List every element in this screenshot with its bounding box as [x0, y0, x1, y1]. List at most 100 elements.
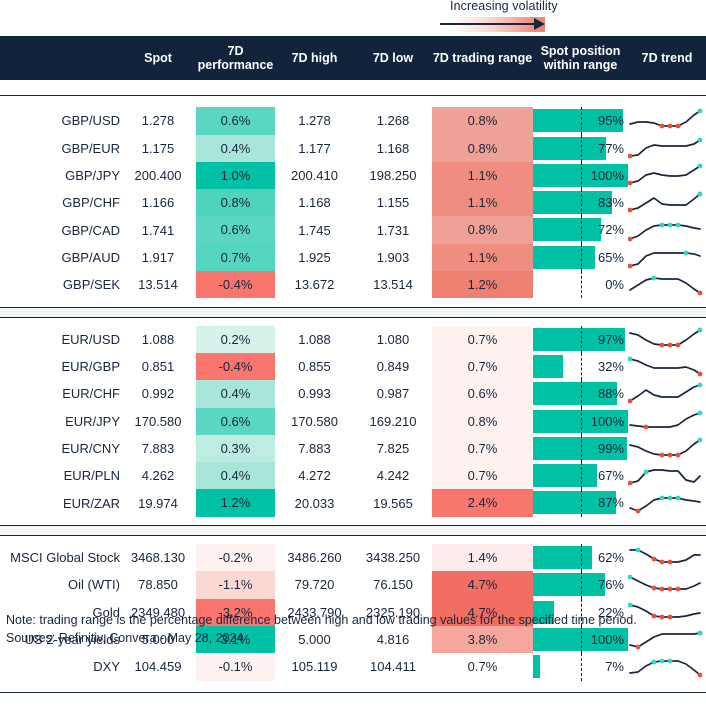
- trend-marker: [697, 191, 703, 197]
- cell-spot-position: 65%: [533, 243, 628, 272]
- trend-sparkline-icon: [629, 495, 701, 513]
- table-row[interactable]: GBP/CAD 1.741 0.6% 1.745 1.731 0.8% 72%: [0, 216, 706, 244]
- performance-value: -0.4%: [196, 352, 275, 381]
- table-row[interactable]: GBP/EUR 1.175 0.4% 1.177 1.168 0.8% 77%: [0, 134, 706, 162]
- table-row[interactable]: GBP/JPY 200.400 1.0% 200.410 198.250 1.1% 100%: [0, 161, 706, 190]
- row-label: GBP/USD: [61, 113, 120, 129]
- column-header-high[interactable]: 7D high: [275, 36, 354, 80]
- table-row[interactable]: MSCI Global Stock 3468.130 -0.2% 3486.260 34…: [0, 544, 706, 572]
- trend-marker: [651, 556, 657, 562]
- cell-performance: 0.4%: [196, 134, 275, 162]
- cell-trading-range: 4.7%: [432, 571, 533, 599]
- trend-marker: [667, 342, 673, 348]
- row-label: GBP/CAD: [61, 222, 120, 238]
- cell-spot-position: 76%: [533, 571, 628, 599]
- midpoint-dashed-line: [580, 325, 582, 353]
- cell-trading-range: 0.8%: [432, 216, 533, 244]
- table-row[interactable]: GBP/CHF 1.166 0.8% 1.168 1.155 1.1% 83%: [0, 189, 706, 217]
- column-header-trend[interactable]: 7D trend: [628, 36, 706, 80]
- table-row[interactable]: GBP/USD 1.278 0.6% 1.278 1.268 0.8% 95%: [0, 107, 706, 135]
- performance-value: 0.7%: [196, 243, 275, 272]
- trend-marker: [651, 659, 657, 665]
- table-row[interactable]: GBP/AUD 1.917 0.7% 1.925 1.903 1.1% 65%: [0, 243, 706, 272]
- cell-trading-range: 1.1%: [432, 161, 533, 190]
- column-header-trading-range[interactable]: 7D trading range: [432, 36, 533, 80]
- table-row[interactable]: DXY 104.459 -0.1% 105.119 104.411 0.7% 7%: [0, 653, 706, 681]
- column-header-spot[interactable]: Spot: [120, 36, 196, 80]
- column-header-name[interactable]: [0, 36, 120, 80]
- cell-spot: 200.400: [134, 168, 182, 184]
- table-row[interactable]: EUR/JPY 170.580 0.6% 170.580 169.210 0.8% 100%: [0, 407, 706, 435]
- table-row[interactable]: GBP/SEK 13.514 -0.4% 13.672 13.514 1.2% 0%: [0, 271, 706, 299]
- trend-marker: [643, 469, 649, 475]
- cell-performance: 0.6%: [196, 407, 275, 435]
- table-row[interactable]: EUR/GBP 0.851 -0.4% 0.855 0.849 0.7% 32%: [0, 352, 706, 381]
- trading-range-value: 0.8%: [432, 134, 533, 162]
- cell-trend: [628, 162, 706, 189]
- trend-line: [629, 358, 701, 375]
- cell-high: 4.272: [298, 468, 331, 484]
- table-row[interactable]: Oil (WTI) 78.850 -1.1% 79.720 76.150 4.7% 76%: [0, 571, 706, 599]
- table-row[interactable]: EUR/USD 1.088 0.2% 1.088 1.080 0.7% 97%: [0, 325, 706, 353]
- cell-trading-range: 0.7%: [432, 434, 533, 463]
- cell-trading-range: 1.1%: [432, 243, 533, 272]
- cell-low: 76.150: [373, 577, 413, 593]
- cell-spot: 1.741: [141, 222, 175, 238]
- row-label: GBP/EUR: [61, 140, 120, 156]
- performance-value: 1.0%: [196, 161, 275, 190]
- cell-performance: 0.4%: [196, 380, 275, 408]
- cell-spot-position: 95%: [533, 107, 628, 135]
- cell-performance: -1.1%: [196, 571, 275, 599]
- cell-performance: -0.1%: [196, 653, 275, 681]
- trend-marker: [628, 207, 633, 213]
- row-label: DXY: [93, 659, 120, 675]
- midpoint-dashed-line: [580, 544, 582, 572]
- trend-marker: [697, 163, 703, 169]
- cell-high: 1.088: [298, 331, 331, 347]
- row-label: EUR/PLN: [63, 468, 120, 484]
- section-separator: [0, 517, 706, 544]
- trend-marker: [635, 547, 641, 553]
- cell-high: 7.883: [298, 441, 331, 456]
- spot-position-label: 7%: [605, 659, 624, 675]
- trend-sparkline-icon: [628, 469, 701, 486]
- column-header-spot-position[interactable]: Spot position within range: [533, 36, 628, 80]
- table-row[interactable]: EUR/PLN 4.262 0.4% 4.272 4.242 0.7% 67%: [0, 462, 706, 490]
- trend-line: [629, 384, 701, 403]
- cell-high: 79.720: [294, 577, 335, 593]
- performance-value: 0.6%: [196, 107, 275, 135]
- row-label: EUR/JPY: [65, 413, 120, 429]
- cell-spot-position: 77%: [533, 134, 628, 162]
- spot-position-bar-wrap: 77%: [533, 134, 628, 162]
- spot-position-label: 0%: [605, 277, 624, 293]
- cell-spot-position: 99%: [533, 434, 628, 463]
- column-header-performance[interactable]: 7D performance: [196, 36, 275, 80]
- spot-position-bar-wrap: 32%: [533, 352, 628, 381]
- row-label: EUR/USD: [61, 331, 120, 347]
- column-header-low[interactable]: 7D low: [354, 36, 432, 80]
- trend-line: [629, 411, 701, 428]
- cell-trend: [628, 244, 706, 271]
- spot-position-bar: [533, 354, 564, 378]
- row-label: MSCI Global Stock: [10, 550, 120, 566]
- table-row[interactable]: EUR/ZAR 19.974 1.2% 20.033 19.565 2.4% 87%: [0, 489, 706, 517]
- cell-trading-range: 0.7%: [432, 352, 533, 381]
- cell-trend: [628, 107, 706, 134]
- trend-marker: [659, 452, 665, 458]
- cell-trend: [628, 380, 706, 407]
- cell-high: 1.745: [298, 222, 331, 238]
- cell-trading-range: 1.4%: [432, 544, 533, 572]
- trend-line: [629, 193, 701, 212]
- table-row[interactable]: EUR/CNY 7.883 0.3% 7.883 7.825 0.7% 99%: [0, 434, 706, 463]
- cell-low: 19.565: [373, 495, 413, 511]
- cell-low: 0.849: [376, 359, 410, 375]
- cell-spot: 170.580: [134, 413, 182, 429]
- cell-high: 0.855: [298, 359, 331, 375]
- trend-sparkline-icon: [628, 383, 703, 404]
- trend-sparkline-icon: [628, 575, 701, 592]
- table-row[interactable]: EUR/CHF 0.992 0.4% 0.993 0.987 0.6% 88%: [0, 380, 706, 408]
- midpoint-dashed-line: [580, 462, 582, 490]
- trading-range-value: 0.6%: [432, 380, 533, 408]
- spot-position-label: 100%: [590, 167, 624, 183]
- trend-marker: [659, 495, 665, 500]
